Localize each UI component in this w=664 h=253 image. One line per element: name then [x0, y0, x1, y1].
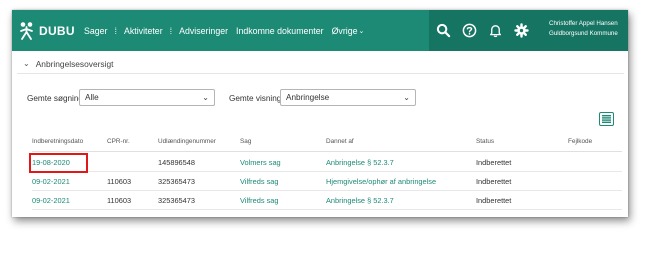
- status-cell: Indberettet: [476, 177, 512, 186]
- app-name: DUBU: [39, 24, 75, 38]
- main-navigation: Sager ⁞ Aktiviteter ⁞ Adviseringer Indko…: [84, 10, 364, 51]
- column-header[interactable]: Sag: [240, 138, 251, 145]
- report-date-link[interactable]: 09-02-2021: [32, 177, 70, 186]
- nav-item-ovrige[interactable]: Øvrige ⌄: [332, 10, 365, 51]
- column-header[interactable]: Udlændingenummer: [158, 138, 216, 145]
- app-logo[interactable]: DUBU: [18, 21, 75, 41]
- gear-icon[interactable]: [514, 23, 529, 38]
- status-cell: Indberettet: [476, 196, 512, 205]
- chevron-down-icon: ⌄: [358, 27, 365, 35]
- nav-item-label: Sager: [84, 25, 108, 36]
- nav-item-sager[interactable]: Sager: [84, 10, 107, 51]
- highlight-box: [29, 153, 88, 173]
- created-by-link[interactable]: Anbringelse § 52.3.7: [326, 196, 394, 205]
- user-info[interactable]: Christoffer Appel Hansen Guldborgsund Ko…: [549, 19, 625, 39]
- user-organization: Guldborgsund Kommune: [549, 30, 618, 37]
- nav-separator: ⁞: [114, 25, 117, 36]
- panel-title: Anbringelsesoversigt: [35, 58, 114, 69]
- table-row[interactable]: 19-08-2020 145896548 Volmers sag Anbring…: [32, 153, 622, 172]
- nav-item-label: Adviseringer: [179, 25, 229, 36]
- table-row[interactable]: 09-02-2021 110603 325365473 Vilfreds sag…: [32, 172, 622, 191]
- nav-separator: ⁞: [169, 25, 173, 36]
- cpr-cell: 110603: [107, 177, 132, 186]
- chevron-down-icon[interactable]: ⌄: [23, 59, 30, 68]
- case-link[interactable]: Vilfreds sag: [240, 177, 278, 186]
- saved-view-value: Anbringelse: [286, 93, 330, 102]
- cpr-cell: 110603: [107, 196, 132, 205]
- nav-item-indkomne-dokumenter[interactable]: Indkomne dokumenter: [236, 10, 324, 51]
- help-icon[interactable]: [462, 23, 477, 38]
- column-header[interactable]: Dannet af: [326, 138, 354, 145]
- saved-view-select[interactable]: Anbringelse ⌄: [280, 89, 416, 106]
- nav-item-label: Aktiviteter: [124, 25, 163, 36]
- chevron-down-icon: ⌄: [403, 93, 410, 102]
- bell-icon[interactable]: [488, 23, 503, 38]
- nav-item-label: Indkomne dokumenter: [236, 25, 324, 36]
- list-view-icon: [602, 115, 611, 123]
- saved-search-value: Alle: [85, 93, 99, 102]
- created-by-link[interactable]: Hjemgivelse/ophør af anbringelse: [326, 177, 436, 186]
- nav-item-adviseringer[interactable]: Adviseringer: [179, 10, 228, 51]
- foreigner-number-cell: 325365473: [158, 196, 195, 205]
- nav-item-aktiviteter[interactable]: Aktiviteter: [124, 10, 163, 51]
- user-name: Christoffer Appel Hansen: [549, 20, 618, 27]
- table-row[interactable]: 09-02-2021 110603 325365473 Vilfreds sag…: [32, 191, 622, 210]
- created-by-link[interactable]: Anbringelse § 52.3.7: [326, 158, 394, 167]
- dubu-logo-icon: [20, 22, 33, 40]
- column-header[interactable]: Status: [476, 138, 494, 145]
- foreigner-number-cell: 145896548: [158, 158, 195, 167]
- status-cell: Indberettet: [476, 158, 512, 167]
- panel-header[interactable]: ⌄ Anbringelsesoversigt: [17, 54, 624, 74]
- foreigner-number-cell: 325365473: [158, 177, 195, 186]
- column-header[interactable]: Fejlkode: [568, 138, 592, 145]
- column-header[interactable]: CPR-nr.: [107, 138, 130, 145]
- search-icon[interactable]: [436, 23, 451, 38]
- list-view-button[interactable]: [599, 112, 614, 126]
- column-header[interactable]: Indberetningsdato: [32, 138, 83, 145]
- case-link[interactable]: Vilfreds sag: [240, 196, 278, 205]
- saved-search-select[interactable]: Alle ⌄: [79, 89, 215, 106]
- report-date-link[interactable]: 09-02-2021: [32, 196, 70, 205]
- chevron-down-icon: ⌄: [202, 93, 209, 102]
- case-link[interactable]: Volmers sag: [240, 158, 281, 167]
- app-window: DUBU Sager ⁞ Aktiviteter ⁞ Adviseringer …: [12, 10, 628, 217]
- saved-search-label: Gemte søgning: [27, 94, 83, 103]
- nav-item-label: Øvrige: [331, 25, 358, 36]
- table-header-row: Indberetningsdato CPR-nr. Udlændingenumm…: [32, 132, 622, 152]
